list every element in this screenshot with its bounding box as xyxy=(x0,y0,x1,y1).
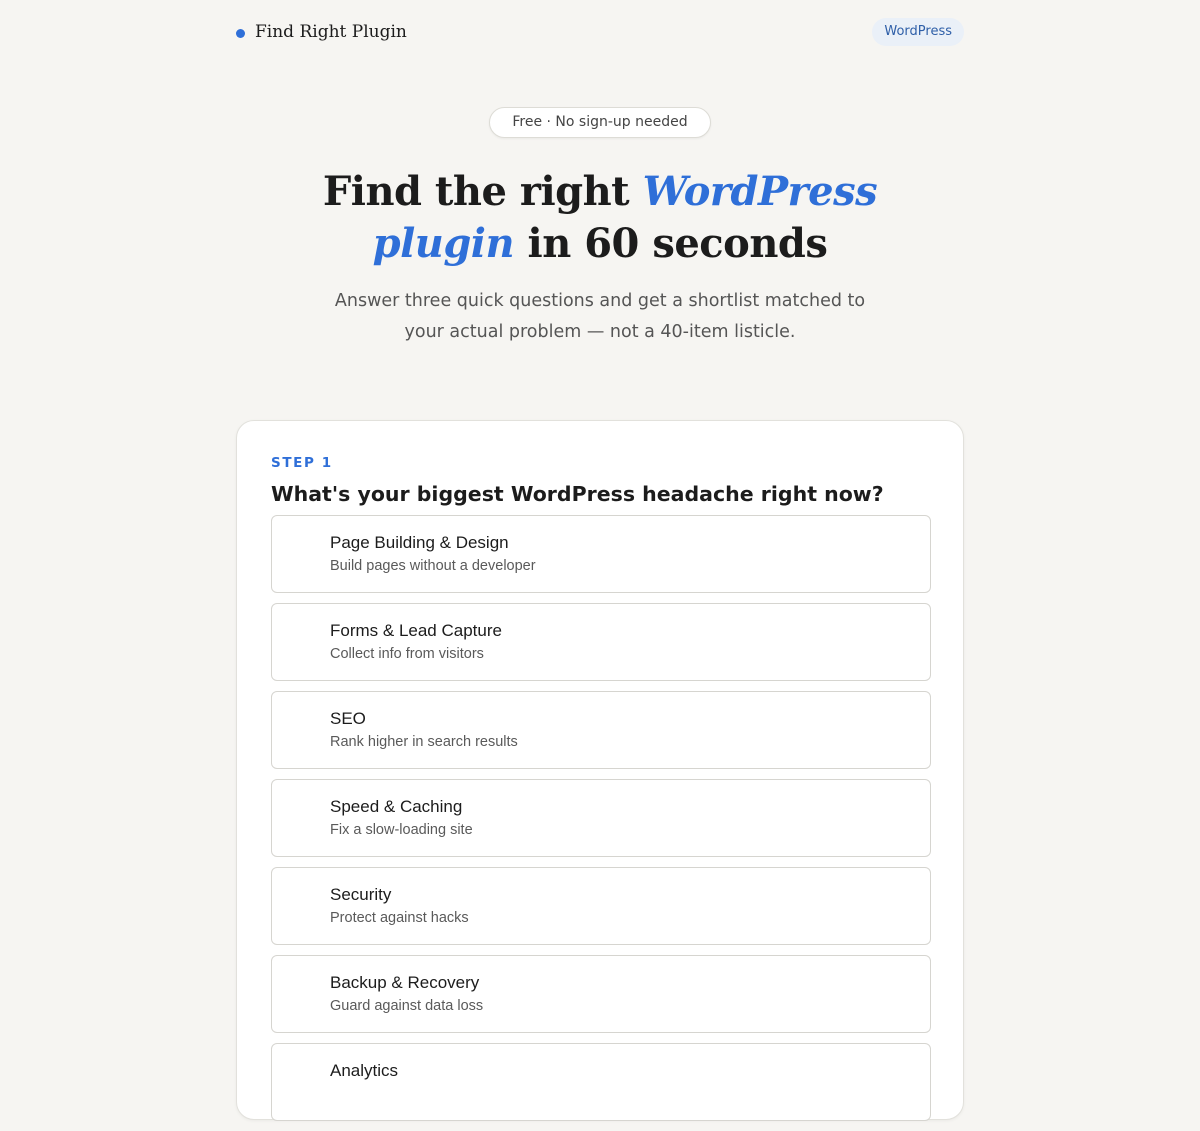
option-seo[interactable]: SEO Rank higher in search results xyxy=(271,691,931,769)
option-title: Speed & Caching xyxy=(330,797,463,816)
option-list: Page Building & Design Build pages witho… xyxy=(271,515,931,1131)
option-speed[interactable]: Speed & Caching Fix a slow-loading site xyxy=(271,779,931,857)
quiz-card: STEP 1 What's your biggest WordPress hea… xyxy=(236,420,964,1121)
step-label: STEP 1 xyxy=(271,455,333,471)
page-building-icon xyxy=(294,538,322,566)
brand-dot-icon xyxy=(236,28,245,38)
option-backup[interactable]: Backup & Recovery Guard against data los… xyxy=(271,955,931,1033)
option-desc: Rank higher in search results xyxy=(330,734,518,750)
option-security[interactable]: Security Protect against hacks xyxy=(271,867,931,945)
seo-icon xyxy=(294,714,322,742)
option-title: SEO xyxy=(330,709,366,728)
hero-title-before: Find the right xyxy=(322,168,643,215)
option-desc: Build pages without a developer xyxy=(330,558,536,574)
option-title: Security xyxy=(330,885,392,904)
step-question: What's your biggest WordPress headache r… xyxy=(271,482,884,506)
brand[interactable]: Find Right Plugin xyxy=(236,18,407,46)
hero-subtitle: Answer three quick questions and get a s… xyxy=(334,291,866,342)
hero-title-after: in 60 seconds xyxy=(514,220,828,267)
analytics-icon xyxy=(294,1066,322,1094)
option-title: Forms & Lead Capture xyxy=(330,621,502,640)
top-bar: Find Right Plugin WordPress xyxy=(236,18,964,46)
option-page-building[interactable]: Page Building & Design Build pages witho… xyxy=(271,515,931,593)
security-icon xyxy=(294,890,322,918)
brand-name: Find Right Plugin xyxy=(255,22,407,42)
option-title: Backup & Recovery xyxy=(330,973,480,992)
platform-badge: WordPress xyxy=(872,18,964,46)
option-analytics[interactable]: Analytics xyxy=(271,1043,931,1121)
option-desc: Guard against data loss xyxy=(330,998,484,1014)
option-desc: Collect info from visitors xyxy=(330,646,484,662)
option-desc: Fix a slow-loading site xyxy=(330,822,473,838)
backup-icon xyxy=(294,978,322,1006)
hero-title: Find the right WordPress plugin in 60 se… xyxy=(250,166,950,270)
forms-icon xyxy=(294,626,322,654)
free-pill: Free · No sign-up needed xyxy=(489,107,711,138)
option-forms[interactable]: Forms & Lead Capture Collect info from v… xyxy=(271,603,931,681)
speed-icon xyxy=(294,802,322,830)
option-desc: Protect against hacks xyxy=(330,910,469,926)
option-title: Page Building & Design xyxy=(330,533,509,552)
option-title: Analytics xyxy=(330,1061,399,1080)
